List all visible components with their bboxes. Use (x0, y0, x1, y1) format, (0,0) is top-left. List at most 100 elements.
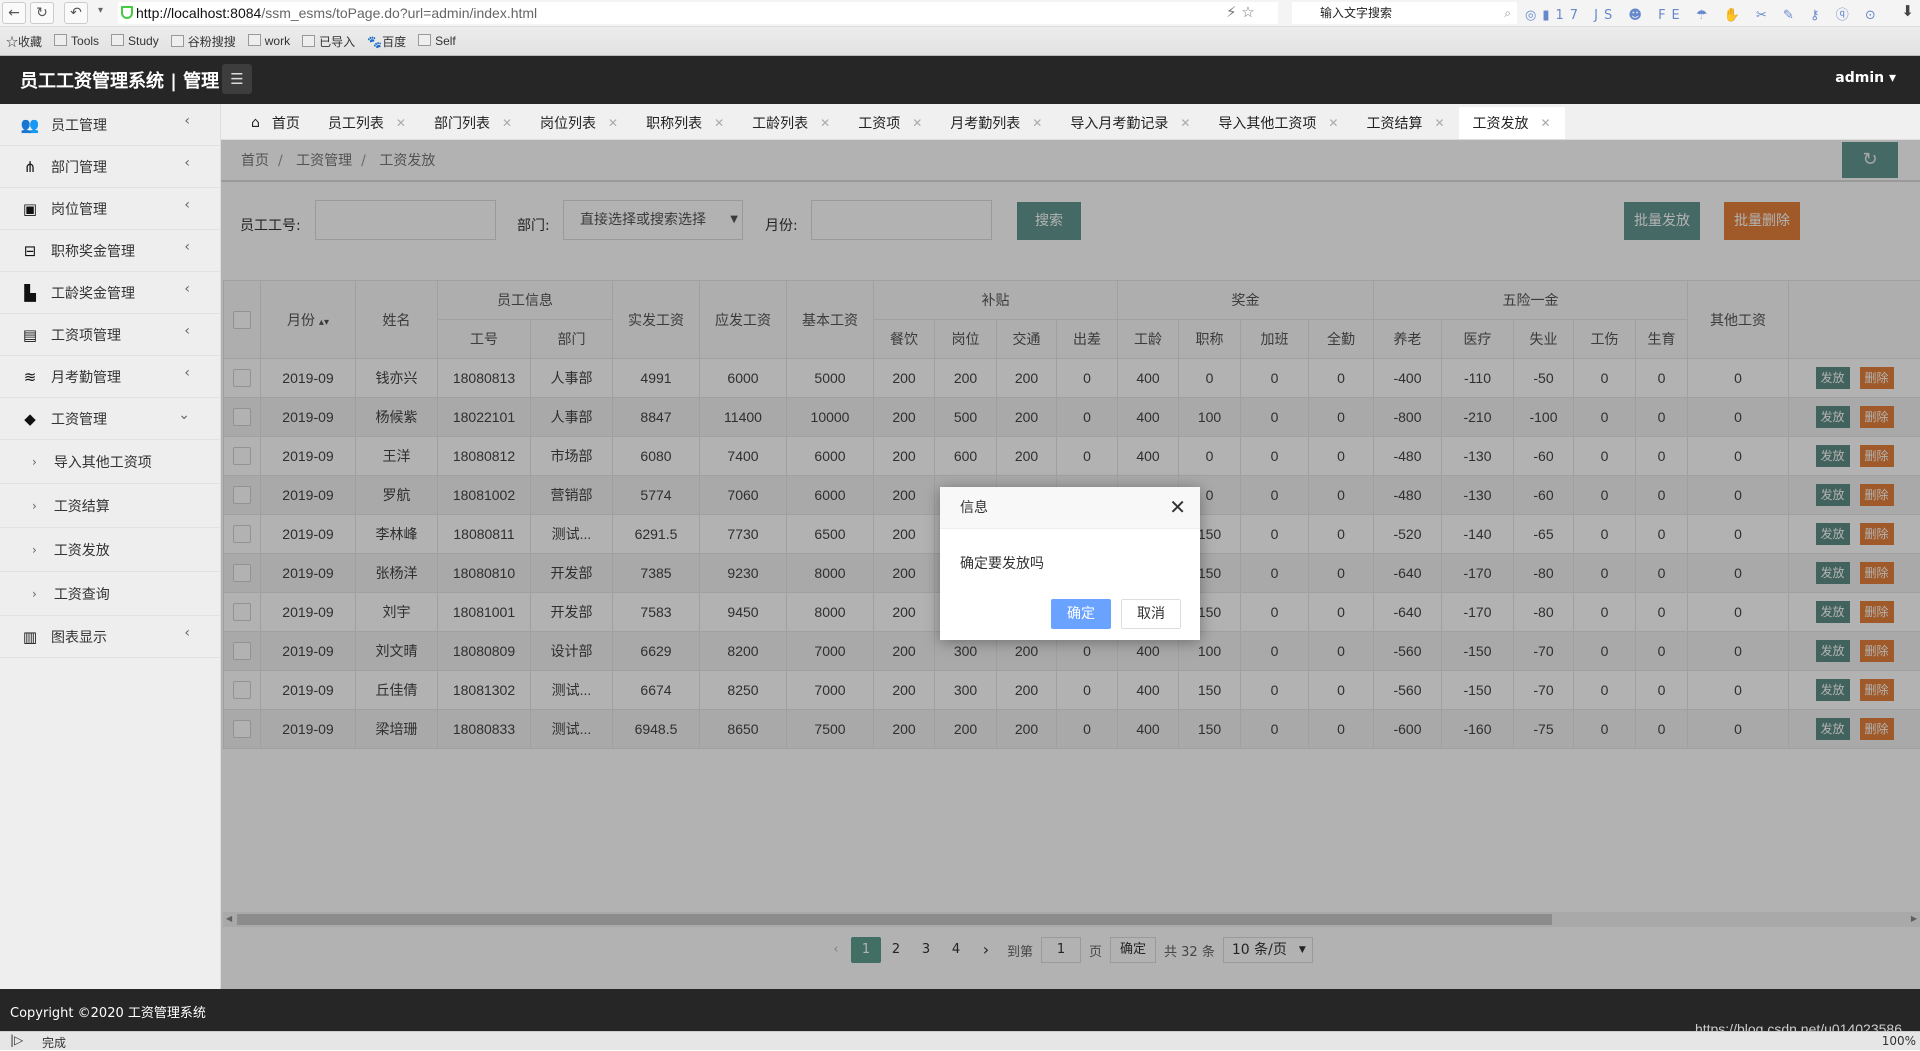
sidebar-item-label: 工资管理 (51, 409, 107, 429)
tab-bar: ⌂首页员工列表✕部门列表✕岗位列表✕职称列表✕工龄列表✕工资项✕月考勤列表✕导入… (221, 104, 1920, 140)
money-icon: ▤ (19, 326, 41, 344)
tab-9[interactable]: 导入其他工资项✕ (1204, 107, 1352, 139)
chevron-left-icon: ‹ (184, 197, 190, 213)
tab-close-icon[interactable]: ✕ (820, 116, 830, 130)
tag-icon: ◆ (19, 410, 41, 428)
sidebar-item-6[interactable]: ≋月考勤管理‹ (0, 356, 220, 398)
tab-11[interactable]: 工资发放 ✕ (1459, 107, 1565, 139)
tab-0[interactable]: ⌂首页 (237, 107, 314, 139)
sitemap-icon: ⋔ (19, 158, 41, 176)
sidebar-item-label: 岗位管理 (51, 199, 107, 219)
browser-status-bar: |▷ 完成 100% (0, 1031, 1920, 1050)
sidebar-item-label: 员工管理 (51, 115, 107, 135)
search-icon[interactable]: ⌕ (1504, 2, 1511, 24)
sidebar: 👥员工管理‹⋔部门管理‹▣岗位管理‹⊟职称奖金管理‹▙工龄奖金管理‹▤工资项管理… (0, 104, 221, 989)
tab-close-icon[interactable]: ✕ (912, 116, 922, 130)
user-menu[interactable]: admin ▾ (1835, 70, 1896, 86)
sidebar-item-2[interactable]: ▣岗位管理‹ (0, 188, 220, 230)
sidebar-subitem-label: 导入其他工资项 (54, 452, 152, 472)
bookmark-self[interactable]: Self (418, 34, 456, 48)
tab-label: 导入月考勤记录 (1070, 113, 1168, 133)
dialog-message: 确定要发放吗 (960, 553, 1044, 573)
bookmark-study[interactable]: Study (111, 34, 159, 48)
tab-10[interactable]: 工资结算 ✕ (1352, 107, 1458, 139)
sidebar-item-label: 月考勤管理 (51, 367, 121, 387)
browser-search-input[interactable]: 输入文字搜索 ⌕ (1292, 2, 1517, 24)
tab-label: 职称列表 (646, 113, 702, 133)
download-icon[interactable]: ⬇ (1901, 2, 1914, 20)
bookmark-tools[interactable]: Tools (54, 34, 99, 48)
tab-label: 岗位列表 (540, 113, 596, 133)
users-icon: 👥 (19, 116, 41, 134)
tab-1[interactable]: 员工列表 ✕ (314, 107, 420, 139)
tab-label: 员工列表 (328, 113, 384, 133)
briefcase-icon: ⊟ (19, 242, 41, 260)
tab-close-icon[interactable]: ✕ (1328, 116, 1338, 130)
sidebar-subitem-label: 工资结算 (54, 496, 110, 516)
sidebar-item-1[interactable]: ⋔部门管理‹ (0, 146, 220, 188)
close-icon[interactable]: ✕ (1169, 495, 1186, 519)
sidebar-item-3[interactable]: ⊟职称奖金管理‹ (0, 230, 220, 272)
bookmark-baidu[interactable]: 🐾百度 (367, 33, 406, 50)
bookmark-gufen[interactable]: 谷粉搜搜 (171, 33, 236, 50)
sidebar-item-5[interactable]: ▤工资项管理‹ (0, 314, 220, 356)
tab-2[interactable]: 部门列表✕ (420, 107, 526, 139)
ok-button[interactable]: 确定 (1051, 599, 1111, 629)
sidebar-subitem-1[interactable]: ›工资结算 (0, 484, 220, 528)
tab-3[interactable]: 岗位列表 ✕ (526, 107, 632, 139)
status-toggle-icon[interactable]: |▷ (10, 1033, 23, 1047)
tab-label: 工资结算 (1366, 113, 1422, 133)
url-path: /ssm_esms/toPage.do?url=admin/index.html (261, 5, 537, 21)
sidebar-subitem-0[interactable]: ›导入其他工资项 (0, 440, 220, 484)
sidebar-subitem-2[interactable]: ›工资发放 (0, 528, 220, 572)
cancel-button[interactable]: 取消 (1121, 599, 1181, 629)
sidebar-item-0[interactable]: 👥员工管理‹ (0, 104, 220, 146)
sidebar-item-label: 图表显示 (51, 627, 107, 647)
zoom-level[interactable]: 100% (1882, 1034, 1916, 1048)
sidebar-subitem-3[interactable]: ›工资查询 (0, 572, 220, 616)
dialog-title: 信息 (940, 487, 1200, 529)
chevron-left-icon: ‹ (184, 155, 190, 171)
bookmark-star-icon[interactable]: ⚡ ☆ (1226, 3, 1255, 21)
tab-close-icon[interactable]: ✕ (1180, 116, 1190, 130)
bookmark-imported[interactable]: 已导入 (302, 33, 355, 50)
tab-label: 工资发放 (1473, 113, 1529, 133)
app-header: 员工工资管理系统 | 管理 ☰ admin ▾ (0, 56, 1920, 104)
tab-close-icon[interactable]: ✕ (502, 116, 512, 130)
tab-close-icon[interactable]: ✕ (1032, 116, 1042, 130)
chevron-down-icon: ⌄ (178, 407, 190, 423)
tab-close-icon[interactable]: ✕ (396, 116, 406, 130)
building-icon: ▙ (19, 284, 41, 302)
tab-4[interactable]: 职称列表 ✕ (632, 107, 738, 139)
app-title: 员工工资管理系统 | 管理 (20, 67, 219, 93)
tab-6[interactable]: 工资项✕ (844, 107, 936, 139)
bookmarks-bar: ☆收藏 Tools Study 谷粉搜搜 work 已导入 🐾百度 Self (0, 27, 1920, 56)
tab-7[interactable]: 月考勤列表 ✕ (936, 107, 1056, 139)
menu-toggle-icon[interactable]: ☰ (222, 64, 252, 94)
tab-5[interactable]: 工龄列表✕ (738, 107, 844, 139)
sidebar-item-8[interactable]: ▥图表显示‹ (0, 616, 220, 658)
sidebar-subitem-label: 工资发放 (54, 540, 110, 560)
dropdown-arrow-icon[interactable]: ▾ (98, 5, 103, 16)
search-placeholder: 输入文字搜索 (1320, 6, 1392, 20)
tab-close-icon[interactable]: ✕ (1541, 116, 1551, 130)
undo-icon[interactable]: ↶ (64, 2, 88, 24)
secure-shield-icon (121, 6, 133, 19)
sidebar-item-4[interactable]: ▙工龄奖金管理‹ (0, 272, 220, 314)
tab-close-icon[interactable]: ✕ (608, 116, 618, 130)
tab-label: 月考勤列表 (950, 113, 1020, 133)
reload-icon[interactable]: ↻ (30, 2, 54, 24)
chevron-left-icon: ‹ (184, 365, 190, 381)
sidebar-item-7[interactable]: ◆ 工资管理 ⌄ (0, 398, 220, 440)
tab-close-icon[interactable]: ✕ (714, 116, 724, 130)
tab-8[interactable]: 导入月考勤记录 ✕ (1056, 107, 1204, 139)
extension-icons[interactable]: ◎▮17 JS ☻ FE ☂ ✋ ✂ ✎ ⚷ ⓠ ⊙ (1525, 4, 1882, 23)
back-icon[interactable]: ← (2, 2, 26, 24)
bookmark-favorites[interactable]: ☆收藏 (6, 33, 42, 50)
status-text: 完成 (42, 1034, 66, 1051)
tab-close-icon[interactable]: ✕ (1434, 116, 1444, 130)
copyright: Copyright ©2020 工资管理系统 (10, 1002, 206, 1021)
bookmark-work[interactable]: work (248, 34, 290, 48)
address-bar[interactable]: http://localhost:8084/ssm_esms/toPage.do… (118, 2, 1278, 24)
sidebar-item-label: 职称奖金管理 (51, 241, 135, 261)
